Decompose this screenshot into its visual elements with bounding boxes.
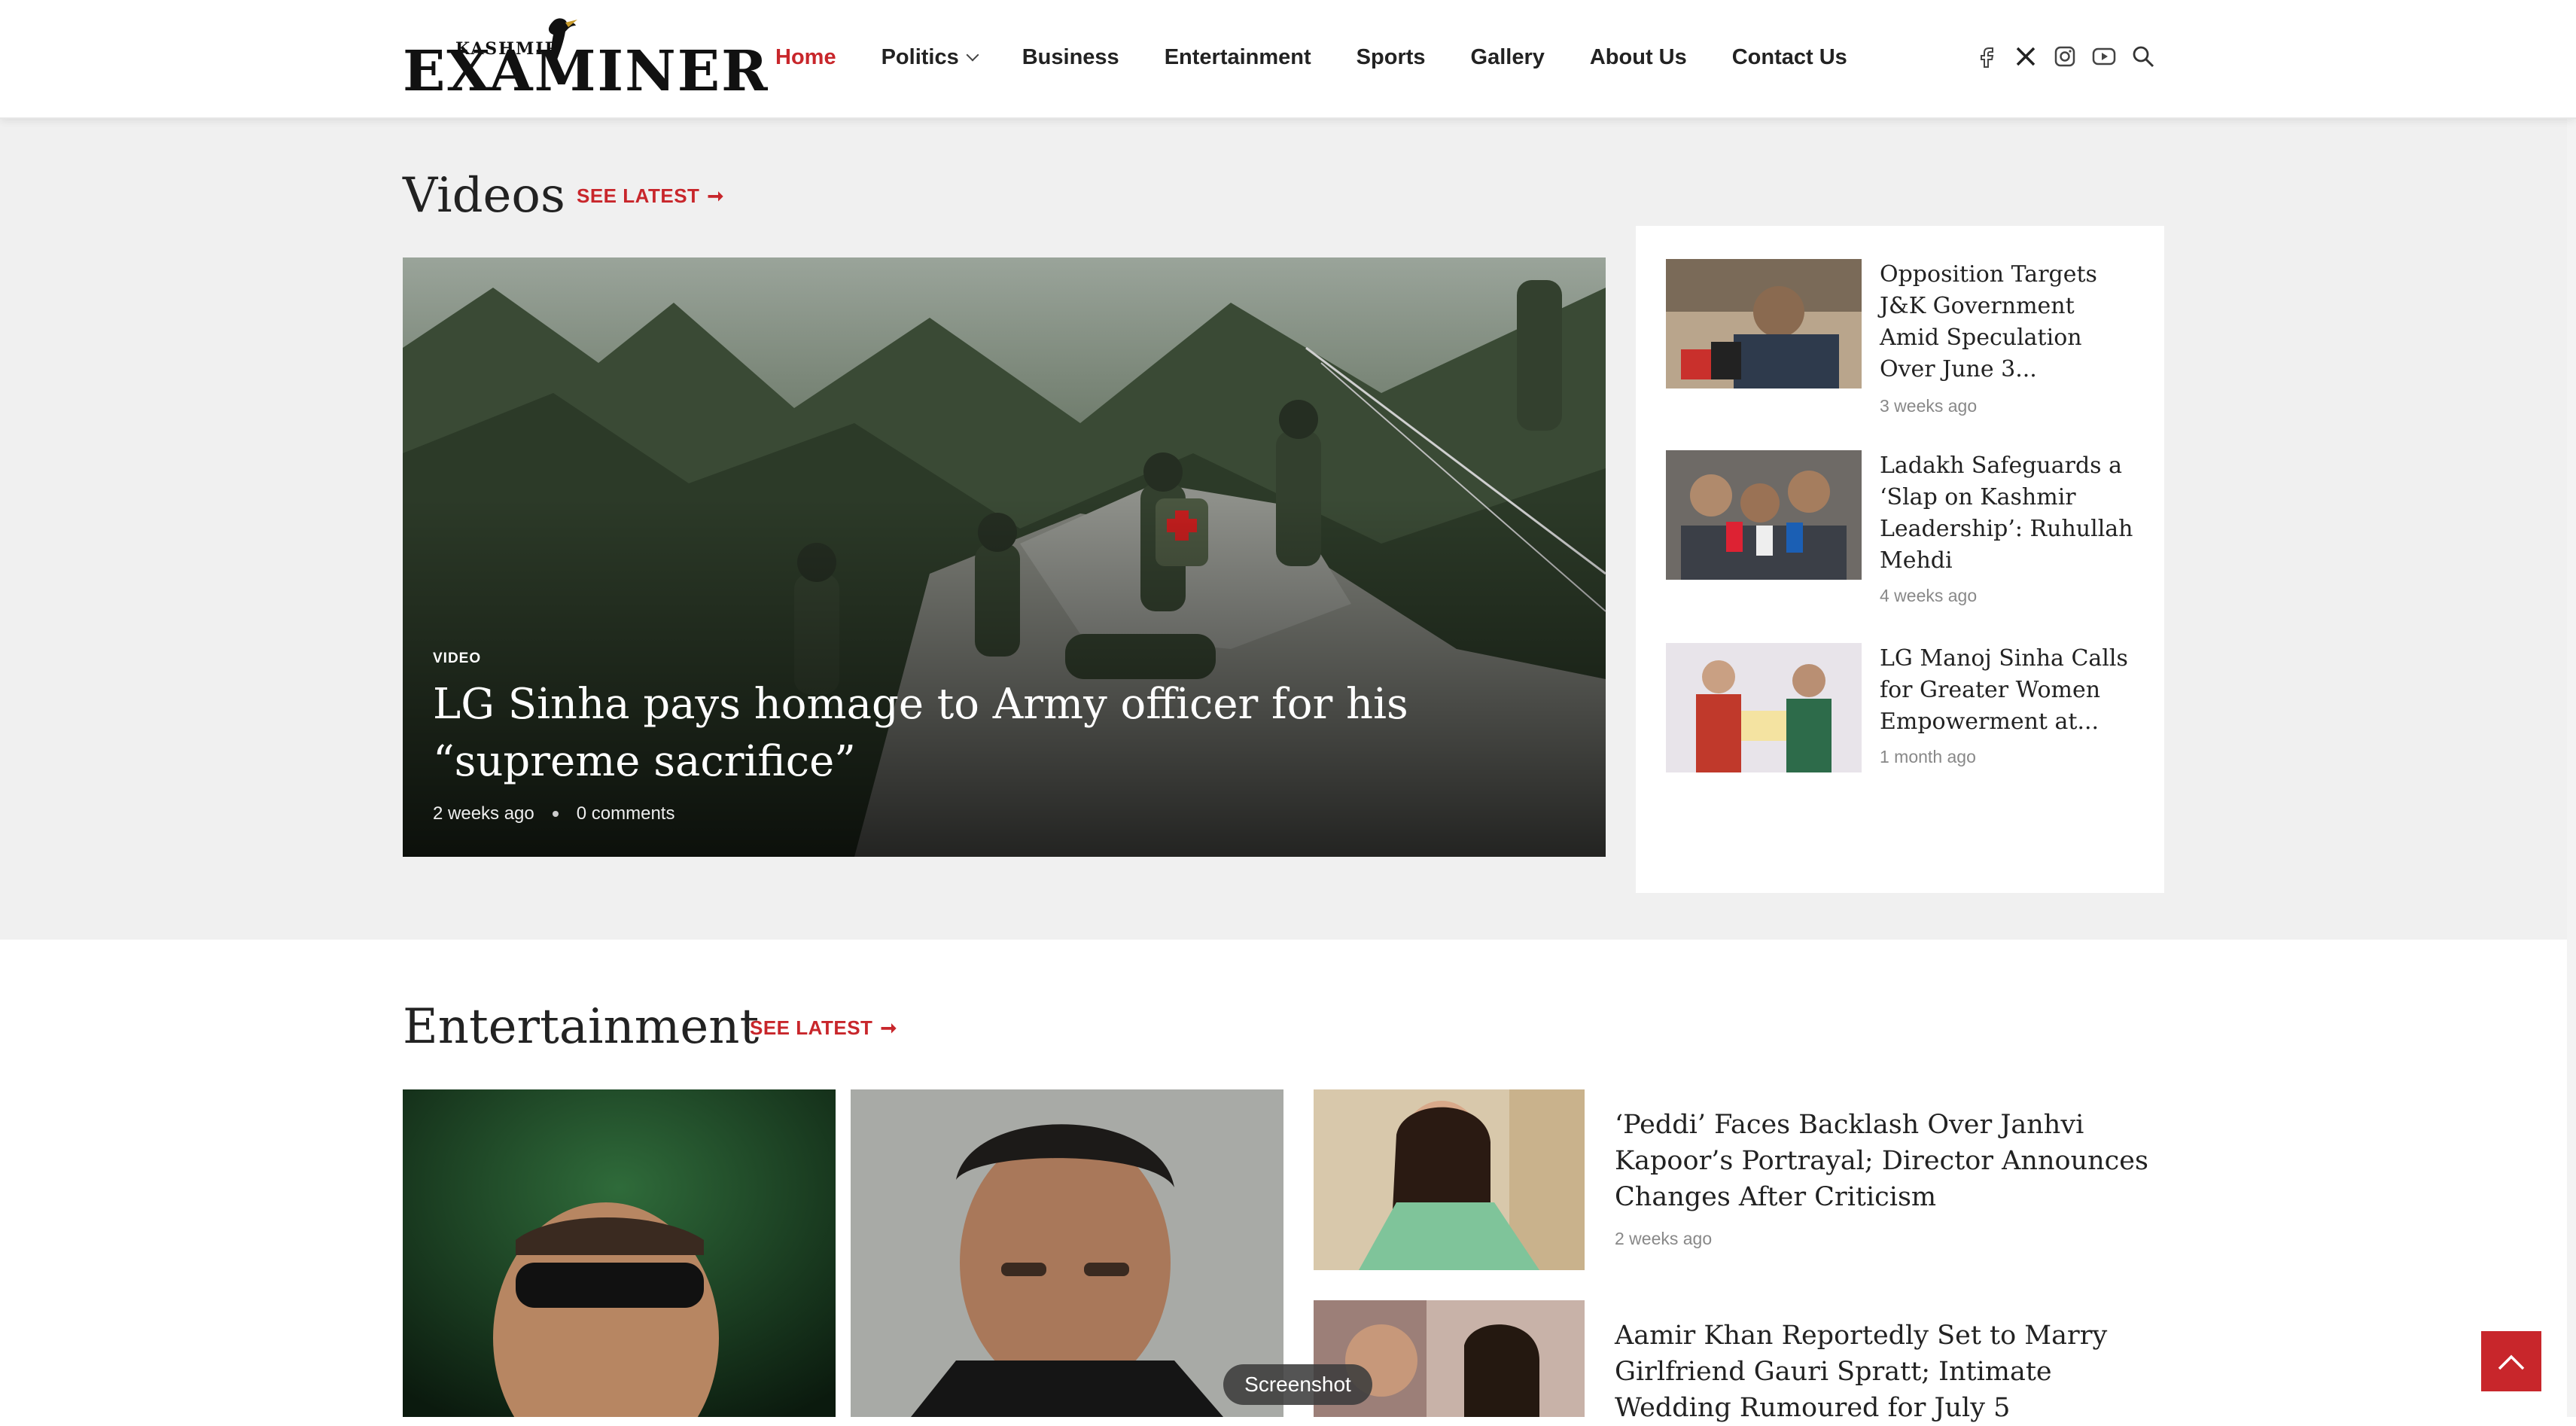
side-list-item[interactable]: Ladakh Safeguards a ‘Slap on Kashmir Lea… — [1666, 450, 2148, 605]
screenshot-tooltip: Screenshot — [1223, 1364, 1372, 1405]
nav-politics-label: Politics — [881, 44, 959, 69]
nav-about-us[interactable]: About Us — [1590, 45, 1687, 70]
instagram-icon[interactable] — [2052, 44, 2078, 69]
meta-separator-dot — [552, 811, 559, 817]
nav-entertainment[interactable]: Entertainment — [1165, 45, 1311, 70]
entertainment-card-image — [403, 1089, 836, 1417]
chevron-up-icon — [2498, 1354, 2525, 1370]
social-links — [1974, 44, 2170, 69]
entertainment-list-date: 2 weeks ago — [1615, 1229, 1713, 1248]
side-item-thumbnail[interactable] — [1666, 450, 1862, 580]
x-twitter-icon[interactable] — [2013, 44, 2039, 69]
entertainment-see-latest-link[interactable]: SEE LATEST ➞ — [750, 1016, 897, 1040]
nav-home[interactable]: Home — [775, 45, 836, 70]
youtube-icon[interactable] — [2091, 44, 2117, 69]
side-item-image — [1666, 643, 1862, 772]
side-item-title[interactable]: LG Manoj Sinha Calls for Greater Women E… — [1880, 643, 2136, 738]
logo-wordmark: EXAMINER — [403, 39, 769, 104]
entertainment-list-image — [1314, 1089, 1585, 1270]
nav-sports[interactable]: Sports — [1357, 45, 1426, 70]
entertainment-card-image — [851, 1089, 1283, 1417]
entertainment-card[interactable] — [403, 1089, 836, 1417]
hero-category-tag[interactable]: VIDEO — [433, 651, 481, 667]
side-item-image — [1666, 450, 1862, 580]
see-latest-label: SEE LATEST — [577, 184, 700, 207]
hero-comments[interactable]: 0 comments — [577, 803, 675, 824]
side-item-date: 3 weeks ago — [1880, 396, 1978, 416]
side-item-title[interactable]: Opposition Targets J&K Government Amid S… — [1880, 259, 2136, 385]
side-item-date: 1 month ago — [1880, 747, 1976, 766]
entertainment-card[interactable] — [851, 1089, 1283, 1417]
hero-meta: 2 weeks ago 0 comments — [433, 803, 674, 824]
nav-politics[interactable]: Politics — [881, 44, 979, 70]
hero-video-card[interactable]: VIDEO LG Sinha pays homage to Army offic… — [403, 257, 1606, 857]
search-icon[interactable] — [2130, 44, 2156, 69]
chevron-down-icon — [966, 48, 979, 62]
entertainment-list-title[interactable]: ‘Peddi’ Faces Backlash Over Janhvi Kapoo… — [1615, 1107, 2172, 1215]
arrow-right-icon: ➞ — [880, 1016, 897, 1039]
side-item-thumbnail[interactable] — [1666, 259, 1862, 388]
site-logo[interactable]: KASHMIR EXAMINER — [403, 14, 768, 104]
side-item-date: 4 weeks ago — [1880, 586, 1978, 605]
side-list-item[interactable]: Opposition Targets J&K Government Amid S… — [1666, 259, 2148, 416]
videos-section-title: Videos — [403, 168, 565, 224]
side-item-image — [1666, 259, 1862, 388]
side-item-title[interactable]: Ladakh Safeguards a ‘Slap on Kashmir Lea… — [1880, 450, 2136, 577]
entertainment-list-thumbnail[interactable] — [1314, 1089, 1585, 1270]
site-header: KASHMIR EXAMINER Home Politics Business … — [0, 0, 2576, 119]
main-nav: Home Politics Business Entertainment Spo… — [775, 0, 1892, 114]
page-scrollbar[interactable] — [2567, 0, 2576, 1417]
facebook-icon[interactable] — [1974, 44, 1999, 69]
hero-title[interactable]: LG Sinha pays homage to Army officer for… — [433, 676, 1547, 791]
nav-business[interactable]: Business — [1022, 45, 1119, 70]
hero-date: 2 weeks ago — [433, 803, 534, 824]
arrow-right-icon: ➞ — [707, 184, 724, 207]
nav-contact-us[interactable]: Contact Us — [1732, 45, 1847, 70]
back-to-top-button[interactable] — [2481, 1331, 2541, 1391]
entertainment-list-title[interactable]: Aamir Khan Reportedly Set to Marry Girlf… — [1615, 1318, 2172, 1426]
videos-side-list: Opposition Targets J&K Government Amid S… — [1636, 226, 2164, 893]
see-latest-label: SEE LATEST — [750, 1016, 873, 1039]
entertainment-section-title: Entertainment — [403, 999, 760, 1055]
side-list-item[interactable]: LG Manoj Sinha Calls for Greater Women E… — [1666, 643, 2148, 794]
videos-see-latest-link[interactable]: SEE LATEST ➞ — [577, 184, 724, 208]
side-item-thumbnail[interactable] — [1666, 643, 1862, 772]
nav-gallery[interactable]: Gallery — [1471, 45, 1545, 70]
